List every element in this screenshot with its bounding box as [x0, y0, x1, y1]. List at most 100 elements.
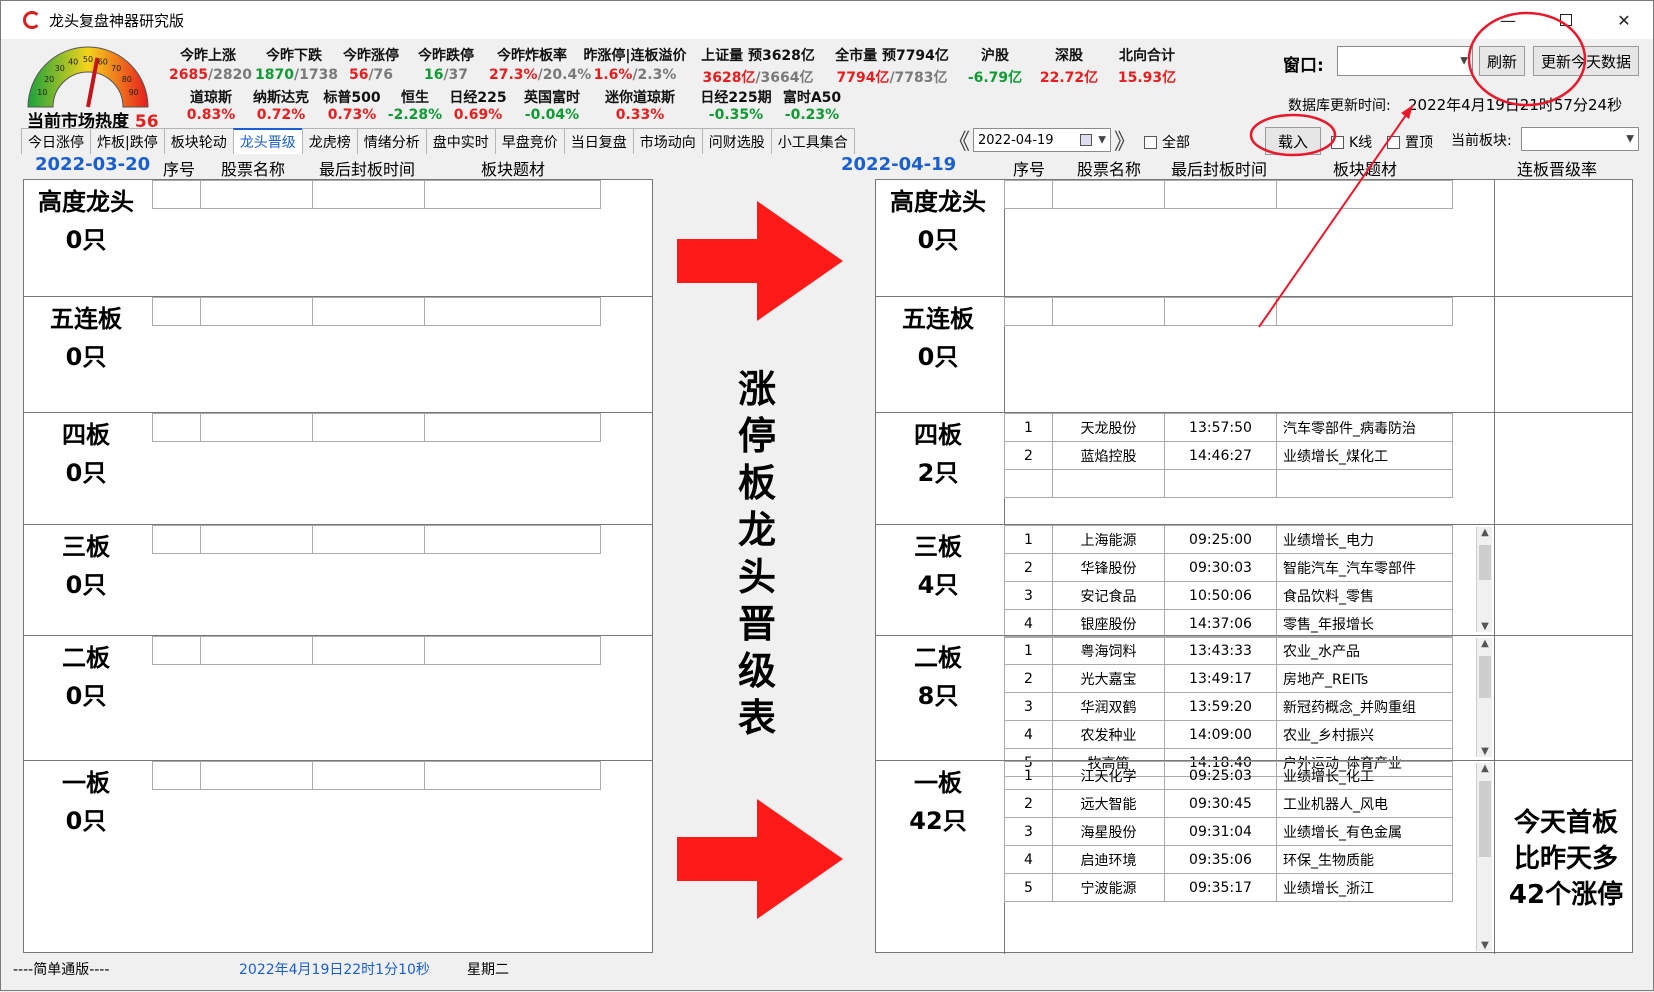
section-count: 0只: [65, 343, 107, 371]
chevron-down-icon[interactable]: ▼: [1477, 940, 1493, 951]
stat-value-primary: 22.72亿: [1039, 70, 1099, 86]
row-seq-cell: 2: [1005, 665, 1053, 692]
table-row[interactable]: 1 江天化学 09:25:03 业绩增长_化工: [1005, 762, 1453, 790]
row-seq-cell: 5: [1005, 874, 1053, 901]
vertical-scrollbar[interactable]: ▲ ▼: [1476, 527, 1492, 632]
row-stock-name-cell: [201, 181, 313, 208]
stat-value: 22.72亿: [1037, 67, 1101, 87]
table-row[interactable]: 2 光大嘉宝 13:49:17 房地产_REITs: [1005, 665, 1453, 693]
vertical-scrollbar[interactable]: ▲ ▼: [1476, 638, 1492, 757]
stat-value-previous: /1738: [293, 67, 339, 83]
section-count: 0只: [65, 226, 107, 254]
chevron-up-icon[interactable]: ▲: [1477, 638, 1493, 649]
all-checkbox[interactable]: 全部: [1144, 132, 1190, 152]
table-row[interactable]: 3 华润双鹤 13:59:20 新冠药概念_并购重组: [1005, 693, 1453, 721]
row-stock-name-cell: 海星股份: [1053, 818, 1165, 845]
stock-grid: [1004, 180, 1453, 209]
prev-day-button[interactable]: 《: [948, 127, 970, 155]
table-row[interactable]: 5 宁波能源 09:35:17 业绩增长_浙江: [1005, 874, 1453, 902]
row-topic-cell: [425, 637, 601, 664]
index-value: 0.69%: [453, 107, 503, 123]
left-seq-header: 序号: [163, 160, 196, 179]
tab-item[interactable]: 今日涨停: [21, 128, 91, 154]
tab-item[interactable]: 小工具集合: [770, 128, 855, 154]
stat-value-primary: 1.6%: [593, 67, 633, 83]
tab-item[interactable]: 龙虎榜: [301, 128, 358, 154]
index-label: 道琼斯: [190, 90, 232, 106]
close-button[interactable]: ✕: [1595, 1, 1653, 39]
stat-value: 15.93亿: [1105, 67, 1189, 87]
row-seq-cell: 2: [1005, 442, 1053, 469]
load-button[interactable]: 载入: [1265, 127, 1321, 155]
table-row[interactable]: 1 粤海饲料 13:43:33 农业_水产品: [1005, 637, 1453, 665]
tab-item[interactable]: 早盘竞价: [494, 128, 565, 154]
prev-section: 三板 0只: [24, 524, 652, 635]
row-stock-name-cell: [1053, 298, 1165, 325]
row-topic-cell: 智能汽车_汽车零部件: [1277, 554, 1453, 581]
row-seal-time-cell: [313, 762, 425, 789]
row-seq-cell: 4: [1005, 610, 1053, 637]
tab-item[interactable]: 市场动向: [632, 128, 703, 154]
stat-item: 沪股 -6.79亿: [963, 45, 1027, 87]
window-selector[interactable]: ▼: [1337, 46, 1473, 76]
maximize-button[interactable]: [1537, 1, 1595, 39]
scrollbar-thumb[interactable]: [1479, 781, 1491, 857]
chevron-up-icon[interactable]: ▲: [1477, 763, 1493, 774]
row-topic-cell: 房地产_REITs: [1277, 665, 1453, 692]
next-day-button[interactable]: 》: [1114, 127, 1136, 155]
row-seq-cell: 1: [1005, 526, 1053, 553]
minimize-button[interactable]: —: [1479, 1, 1537, 39]
tab-item[interactable]: 炸板|跌停: [90, 128, 165, 154]
table-row[interactable]: 1 天龙股份 13:57:50 汽车零部件_病毒防治: [1005, 414, 1453, 442]
section-count: 2只: [917, 459, 959, 487]
stat-item: 今昨炸板率 27.3%/20.4%: [489, 45, 591, 83]
pin-top-checkbox[interactable]: 置顶: [1387, 132, 1433, 152]
scrollbar-thumb[interactable]: [1479, 656, 1491, 698]
tab-item[interactable]: 盘中实时: [425, 128, 496, 154]
chevron-up-icon[interactable]: ▲: [1477, 527, 1493, 538]
chevron-down-icon[interactable]: ▼: [1477, 621, 1493, 632]
vertical-scrollbar[interactable]: ▲ ▼: [1476, 763, 1492, 951]
tab-item[interactable]: 问财选股: [701, 128, 772, 154]
table-row[interactable]: 2 远大智能 09:30:45 工业机器人_风电: [1005, 790, 1453, 818]
tab-item[interactable]: 情绪分析: [356, 128, 427, 154]
table-row[interactable]: 3 海星股份 09:31:04 业绩增长_有色金属: [1005, 818, 1453, 846]
stock-grid: 1 江天化学 09:25:03 业绩增长_化工 2 远大智能 09:30:45 工业机器人_风…: [1004, 761, 1453, 902]
index-value: 0.73%: [327, 107, 377, 123]
row-seal-time-cell: [1165, 181, 1277, 208]
table-row[interactable]: 1 上海能源 09:25:00 业绩增长_电力: [1005, 526, 1453, 554]
close-icon: ✕: [1617, 10, 1631, 30]
chevron-down-icon[interactable]: ▼: [1477, 746, 1493, 757]
section-count: 0只: [65, 459, 107, 487]
row-stock-name-cell: 上海能源: [1053, 526, 1165, 553]
stat-item: 全市量 预7794亿 7794亿/7783亿: [827, 45, 957, 87]
refresh-button[interactable]: 刷新: [1479, 46, 1525, 76]
chevron-down-icon: ▼: [1460, 55, 1468, 67]
table-row: [153, 637, 601, 665]
rate-divider: [1494, 636, 1495, 760]
update-today-button[interactable]: 更新今天数据: [1533, 46, 1639, 76]
table-row: [153, 414, 601, 442]
table-row[interactable]: 4 启迪环境 09:35:06 环保_生物质能: [1005, 846, 1453, 874]
date-picker[interactable]: 2022-04-19 ▼: [973, 128, 1111, 152]
scrollbar-thumb[interactable]: [1479, 545, 1491, 580]
tab-item[interactable]: 龙头晋级: [232, 128, 303, 154]
kline-checkbox[interactable]: K线: [1331, 132, 1372, 152]
section-count: 0只: [917, 343, 959, 371]
stat-value-primary: 2685: [169, 67, 208, 83]
table-row[interactable]: 2 蓝焰控股 14:46:27 业绩增长_煤化工: [1005, 442, 1453, 470]
section-title: 二板: [914, 644, 962, 672]
table-row[interactable]: 4 农发种业 14:09:00 农业_乡村振兴: [1005, 721, 1453, 749]
table-row[interactable]: 3 安记食品 10:50:06 食品饮料_零售: [1005, 582, 1453, 610]
tab-item[interactable]: 当日复盘: [563, 128, 634, 154]
table-row[interactable]: 4 银座股份 14:37:06 零售_年报增长: [1005, 610, 1453, 638]
current-sector-select[interactable]: ▼: [1521, 127, 1639, 151]
section-count: 0只: [917, 226, 959, 254]
table-row[interactable]: 2 华锋股份 09:30:03 智能汽车_汽车零部件: [1005, 554, 1453, 582]
section-title: 高度龙头: [38, 188, 134, 216]
rate-divider: [1494, 413, 1495, 524]
tab-item[interactable]: 板块轮动: [163, 128, 234, 154]
prev-section: 二板 0只: [24, 635, 652, 760]
all-checkbox-label: 全部: [1162, 135, 1190, 151]
calendar-icon: [1080, 134, 1092, 146]
